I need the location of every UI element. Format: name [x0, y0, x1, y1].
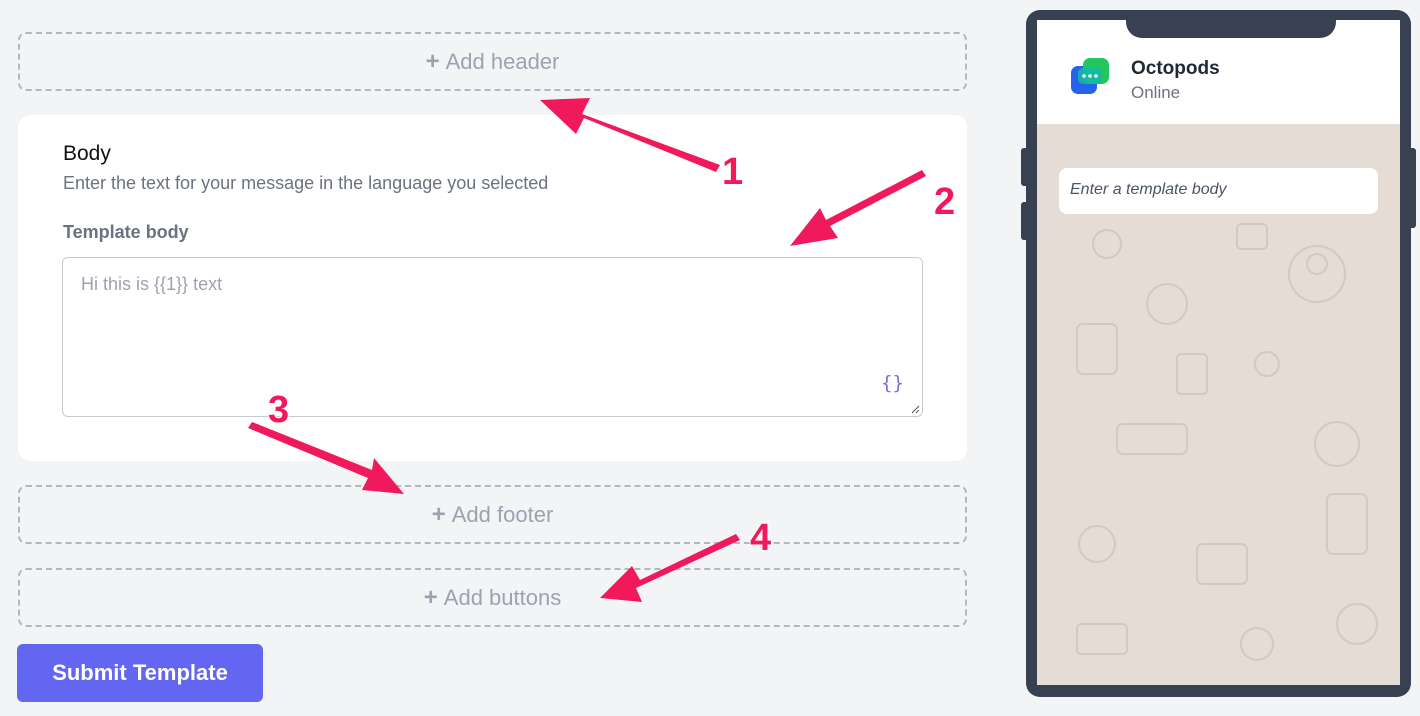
body-card: Body Enter the text for your message in … — [18, 115, 967, 461]
contact-status: Online — [1131, 83, 1181, 102]
template-body-placeholder: Hi this is {{1}} text — [81, 274, 223, 294]
plus-icon: + — [423, 583, 438, 611]
phone-notch — [1126, 20, 1336, 38]
add-header-button[interactable]: + Add header — [18, 32, 967, 91]
plus-icon: + — [425, 47, 440, 75]
add-buttons-label: Add buttons — [443, 584, 562, 610]
add-footer-label: Add footer — [451, 501, 554, 527]
contact-name: Octopods — [1131, 58, 1220, 79]
add-header-label: Add header — [445, 48, 560, 74]
resize-handle-icon[interactable] — [910, 404, 920, 414]
body-description: Enter the text for your message in the l… — [63, 173, 549, 193]
phone-preview: Octopods Online Enter a template body — [1026, 10, 1411, 697]
submit-template-button[interactable]: Submit Template — [17, 644, 263, 702]
message-bubble: Enter a template body — [1059, 168, 1378, 214]
template-body-label: Template body — [63, 222, 189, 242]
plus-icon: + — [431, 500, 446, 528]
octopods-logo-icon — [1071, 58, 1109, 94]
template-body-textarea[interactable]: Hi this is {{1}} text {} — [62, 257, 923, 417]
body-title: Body — [63, 142, 111, 165]
variable-braces-icon[interactable]: {} — [881, 372, 904, 394]
add-buttons-button[interactable]: + Add buttons — [18, 568, 967, 627]
add-footer-button[interactable]: + Add footer — [18, 485, 967, 544]
phone-screen: Octopods Online Enter a template body — [1037, 20, 1400, 685]
